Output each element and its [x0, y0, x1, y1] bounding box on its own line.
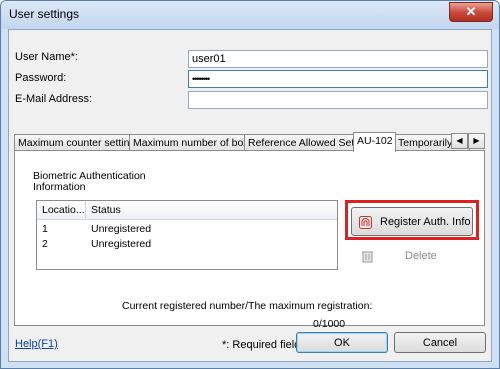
scroll-left-button[interactable]: ◀ — [451, 133, 468, 149]
row-status: Unregistered — [91, 238, 152, 250]
delete-label: Delete — [405, 250, 437, 262]
close-button[interactable]: ✕ — [449, 2, 493, 22]
password-label: Password: — [15, 72, 67, 84]
column-divider[interactable] — [85, 201, 86, 219]
row-location: 1 — [42, 223, 48, 235]
tab-strip: Maximum counter settings Maximum number … — [14, 132, 485, 152]
register-auth-info-button[interactable]: Register Auth. Info — [351, 207, 473, 236]
delete-button[interactable]: Delete — [351, 243, 473, 269]
registration-count-value: 0/1000 — [313, 318, 346, 330]
tab-maximum-counter-settings[interactable]: Maximum counter settings — [14, 134, 131, 151]
au-102-panel: Biometric Authentication Information Loc… — [14, 150, 485, 330]
delete-icon — [362, 251, 373, 263]
ok-button[interactable]: OK — [296, 332, 388, 353]
email-label: E-Mail Address: — [15, 93, 93, 105]
column-location[interactable]: Locatio... — [42, 204, 85, 216]
tab-maximum-number-of-boxes[interactable]: Maximum number of boxes — [129, 134, 246, 151]
email-field[interactable] — [188, 91, 488, 109]
list-item[interactable]: 2 Unregistered — [37, 237, 337, 251]
dialog-client: User Name*: user01 Password: •••••••• E-… — [8, 29, 492, 362]
user-name-label: User Name*: — [15, 51, 78, 63]
password-field[interactable]: •••••••• — [188, 70, 488, 88]
close-icon: ✕ — [465, 4, 477, 19]
row-location: 2 — [42, 238, 48, 250]
list-header: Locatio... Status — [37, 201, 337, 220]
cancel-button[interactable]: Cancel — [394, 332, 486, 353]
user-settings-window: User settings ✕ User Name*: user01 Passw… — [0, 0, 500, 369]
tab-au-102[interactable]: AU-102 — [353, 132, 396, 152]
scroll-left-icon: ◀ — [456, 136, 463, 145]
register-auth-info-label: Register Auth. Info — [380, 216, 471, 228]
title-bar: User settings ✕ — [1, 1, 499, 29]
user-name-field[interactable]: user01 — [188, 50, 488, 68]
list-item[interactable]: 1 Unregistered — [37, 222, 337, 236]
scroll-right-icon: ▶ — [473, 136, 480, 145]
fingerprint-icon — [359, 216, 372, 229]
required-field-note: *: Required field — [222, 339, 301, 351]
column-status[interactable]: Status — [91, 204, 121, 216]
window-title: User settings — [9, 7, 80, 21]
registration-list[interactable]: Locatio... Status 1 Unregistered 2 Unreg… — [36, 200, 338, 270]
registration-count-label: Current registered number/The maximum re… — [122, 300, 373, 312]
row-status: Unregistered — [91, 223, 152, 235]
tab-reference-allowed-setting[interactable]: Reference Allowed Setting — [244, 134, 357, 151]
tab-scroll-arrows: ◀ ▶ — [449, 133, 485, 149]
help-link[interactable]: Help(F1) — [15, 338, 58, 350]
biometric-info-label: Biometric Authentication Information — [33, 170, 146, 193]
scroll-right-button[interactable]: ▶ — [468, 133, 485, 149]
